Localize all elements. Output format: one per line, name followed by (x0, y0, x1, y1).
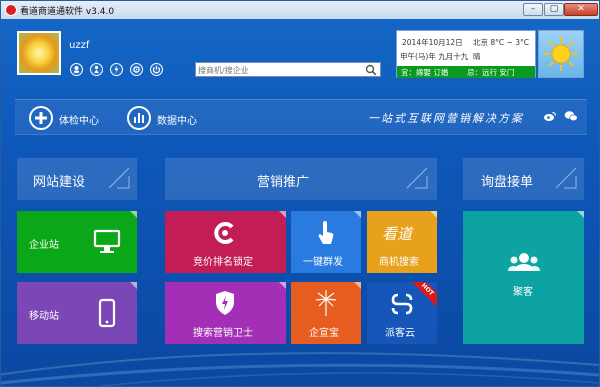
data-center-button[interactable]: 数据中心 (127, 106, 217, 130)
tile-opportunity-search-label: 商机搜索 (379, 257, 419, 268)
section-marketing-title: 营销推广 (257, 175, 310, 190)
tile-bid-rank-lock[interactable]: 竞价排名锁定 (165, 211, 286, 273)
section-marketing[interactable]: 营销推广 (165, 158, 437, 200)
tile-qixuanbao[interactable]: 企宣宝 (291, 282, 361, 344)
tile-paike-cloud[interactable]: HOT 派客云 (367, 282, 437, 344)
lunar-date: 甲午(马)年 九月十九 (400, 52, 469, 61)
tile-one-click-send-label: 一键群发 (303, 257, 343, 268)
search-input[interactable] (198, 64, 358, 76)
app-logo-icon (5, 4, 17, 16)
bar-chart-icon (127, 106, 151, 130)
tile-enterprise-site-label: 企业站 (29, 240, 59, 251)
search-icon[interactable] (365, 64, 377, 76)
slogan: 一站式互联网营销解决方案 (368, 112, 524, 125)
lightning-icon[interactable] (110, 63, 123, 76)
tile-fold-corner (279, 211, 286, 218)
section-website-building-title: 网站建设 (33, 175, 86, 190)
close-button[interactable]: ✕ (564, 3, 598, 16)
tile-opportunity-search[interactable]: 看道 商机搜索 (367, 211, 437, 273)
tile-fold-corner (354, 282, 361, 289)
username: uzzf (69, 40, 90, 51)
section-inquiry-title: 询盘接单 (481, 175, 534, 190)
tile-bid-rank-lock-label: 竞价排名锁定 (193, 257, 253, 268)
customer-group-icon (508, 253, 540, 271)
monitor-icon (93, 229, 121, 253)
dandelion-icon (315, 290, 337, 316)
avatar[interactable] (17, 31, 61, 75)
tile-search-marketing-guard[interactable]: 搜索营销卫士 (165, 282, 286, 344)
sun-icon (538, 30, 584, 78)
tile-fold-corner (354, 211, 361, 218)
tile-fold-corner (577, 211, 584, 218)
section-inquiry[interactable]: 询盘接单 (463, 158, 584, 200)
almanac-bar: 宜：嫁娶 订婚 忌：远行 安门 (397, 66, 535, 78)
tile-mobile-site-label: 移动站 (29, 311, 59, 322)
expand-arrow-icon (555, 167, 577, 189)
main-toolbar: 体检中心 数据中心 一站式互联网营销解决方案 (15, 99, 587, 135)
city-temperature: 北京 8°C ~ 3°C (473, 38, 529, 47)
tile-fold-corner (130, 282, 137, 289)
tile-one-click-send[interactable]: 一键群发 (291, 211, 361, 273)
tile-fold-corner (130, 211, 137, 218)
tile-qixuanbao-label: 企宣宝 (309, 328, 339, 339)
almanac-avoid: 忌：远行 安门 (467, 68, 515, 77)
section-website-building[interactable]: 网站建设 (17, 158, 137, 200)
search-box (195, 62, 381, 77)
cloud-knot-icon (391, 293, 413, 315)
hand-tap-icon (318, 221, 334, 244)
person-icon[interactable] (90, 63, 103, 76)
tile-juke-label: 聚客 (513, 287, 533, 298)
tile-fold-corner (430, 211, 437, 218)
tile-juke[interactable]: 聚客 (463, 211, 584, 344)
checkup-center-button[interactable]: 体检中心 (29, 106, 119, 130)
weather-condition: 晴 (473, 52, 481, 61)
title-bar[interactable]: 看道商道通软件 v3.4.0 – ▢ ✕ (1, 1, 599, 19)
expand-arrow-icon (406, 167, 428, 189)
app-window: 看道商道通软件 v3.4.0 – ▢ ✕ uzzf 2014年10月12日 甲午… (0, 0, 600, 387)
tile-mobile-site[interactable]: 移动站 (17, 282, 137, 344)
wechat-icon[interactable] (564, 110, 578, 122)
user-icon[interactable] (70, 63, 83, 76)
tile-enterprise-site[interactable]: 企业站 (17, 211, 137, 273)
weather-date: 2014年10月12日 (402, 38, 463, 47)
window-title: 看道商道通软件 v3.4.0 (20, 7, 115, 17)
data-center-label: 数据中心 (157, 116, 197, 127)
kandao-logo-text: 看道 (382, 225, 413, 243)
checkup-center-label: 体检中心 (59, 116, 99, 127)
tile-search-marketing-guard-label: 搜索营销卫士 (193, 328, 253, 339)
maximize-button[interactable]: ▢ (544, 3, 564, 16)
minimize-button[interactable]: – (523, 3, 543, 16)
power-icon[interactable] (150, 63, 163, 76)
rank-lock-icon (214, 222, 234, 244)
tile-fold-corner (279, 282, 286, 289)
plus-icon (29, 106, 53, 130)
weibo-icon[interactable] (543, 110, 557, 122)
gear-icon[interactable] (130, 63, 143, 76)
expand-arrow-icon (108, 167, 130, 189)
almanac-suitable: 宜：嫁娶 订婚 (401, 68, 449, 77)
mobile-phone-icon (98, 298, 116, 328)
shield-icon (216, 291, 234, 315)
weather-panel[interactable]: 2014年10月12日 甲午(马)年 九月十九 北京 8°C ~ 3°C 晴 宜… (396, 30, 536, 78)
tile-paike-cloud-label: 派客云 (385, 328, 415, 339)
